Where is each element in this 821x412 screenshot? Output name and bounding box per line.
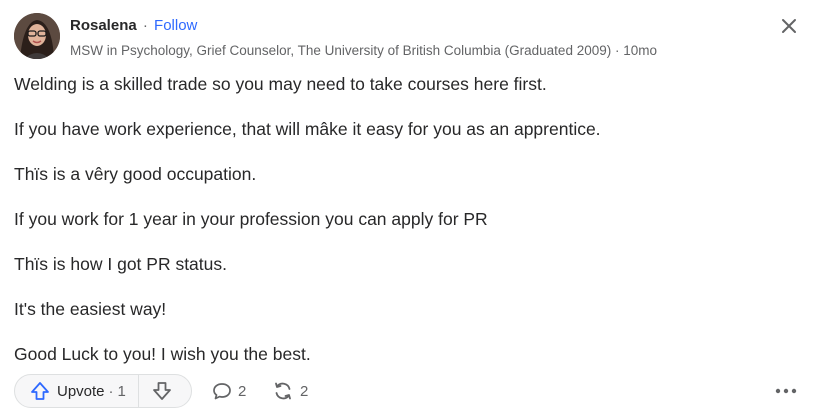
upvote-label: Upvote xyxy=(57,382,105,400)
answer-paragraph: If you have work experience, that will m… xyxy=(14,119,601,139)
answer-paragraph: Thïs is how I got PR status. xyxy=(14,254,227,274)
answer-paragraph: Thïs is a vêry good occupation. xyxy=(14,164,257,184)
follow-link[interactable]: Follow xyxy=(154,17,197,34)
share-icon xyxy=(275,382,291,400)
credential-text: MSW in Psychology, Grief Counselor, The … xyxy=(70,43,612,58)
more-icon xyxy=(775,388,797,394)
arrow-up-icon xyxy=(31,382,49,400)
share-count: 2 xyxy=(300,382,309,400)
more-options-button[interactable] xyxy=(775,374,797,408)
arrow-down-icon xyxy=(152,382,171,400)
answer-content: Welding is a skilled trade so you may ne… xyxy=(14,72,804,387)
upvote-count: 1 xyxy=(117,382,126,400)
comment-icon xyxy=(213,383,231,400)
avatar[interactable] xyxy=(14,13,60,59)
author-name[interactable]: Rosalena xyxy=(70,17,137,34)
answer-header: Rosalena · Follow MSW in Psychology, Gri… xyxy=(14,13,821,61)
comment-count: 2 xyxy=(238,382,247,400)
time-separator: · xyxy=(615,43,620,58)
comment-button[interactable]: 2 xyxy=(212,374,246,408)
answer-paragraph: Welding is a skilled trade so you may ne… xyxy=(14,74,547,94)
action-bar: Upvote · 1 2 2 xyxy=(14,374,821,410)
answer-paragraph: If you work for 1 year in your professio… xyxy=(14,209,488,229)
vote-group: Upvote · 1 xyxy=(14,374,192,408)
upvote-button[interactable]: Upvote · 1 xyxy=(15,375,139,407)
author-credential: MSW in Psychology, Grief Counselor, The … xyxy=(70,43,657,58)
close-button[interactable] xyxy=(779,16,799,36)
upvote-separator: · xyxy=(108,382,114,400)
author-line: Rosalena · Follow xyxy=(70,17,197,34)
share-button[interactable]: 2 xyxy=(272,374,308,408)
close-icon xyxy=(782,19,796,33)
separator-dot: · xyxy=(142,17,148,34)
avatar-image xyxy=(14,13,60,59)
downvote-button[interactable] xyxy=(139,375,185,407)
answer-paragraph: It's the easiest way! xyxy=(14,299,167,319)
post-time[interactable]: 10mo xyxy=(623,43,657,58)
